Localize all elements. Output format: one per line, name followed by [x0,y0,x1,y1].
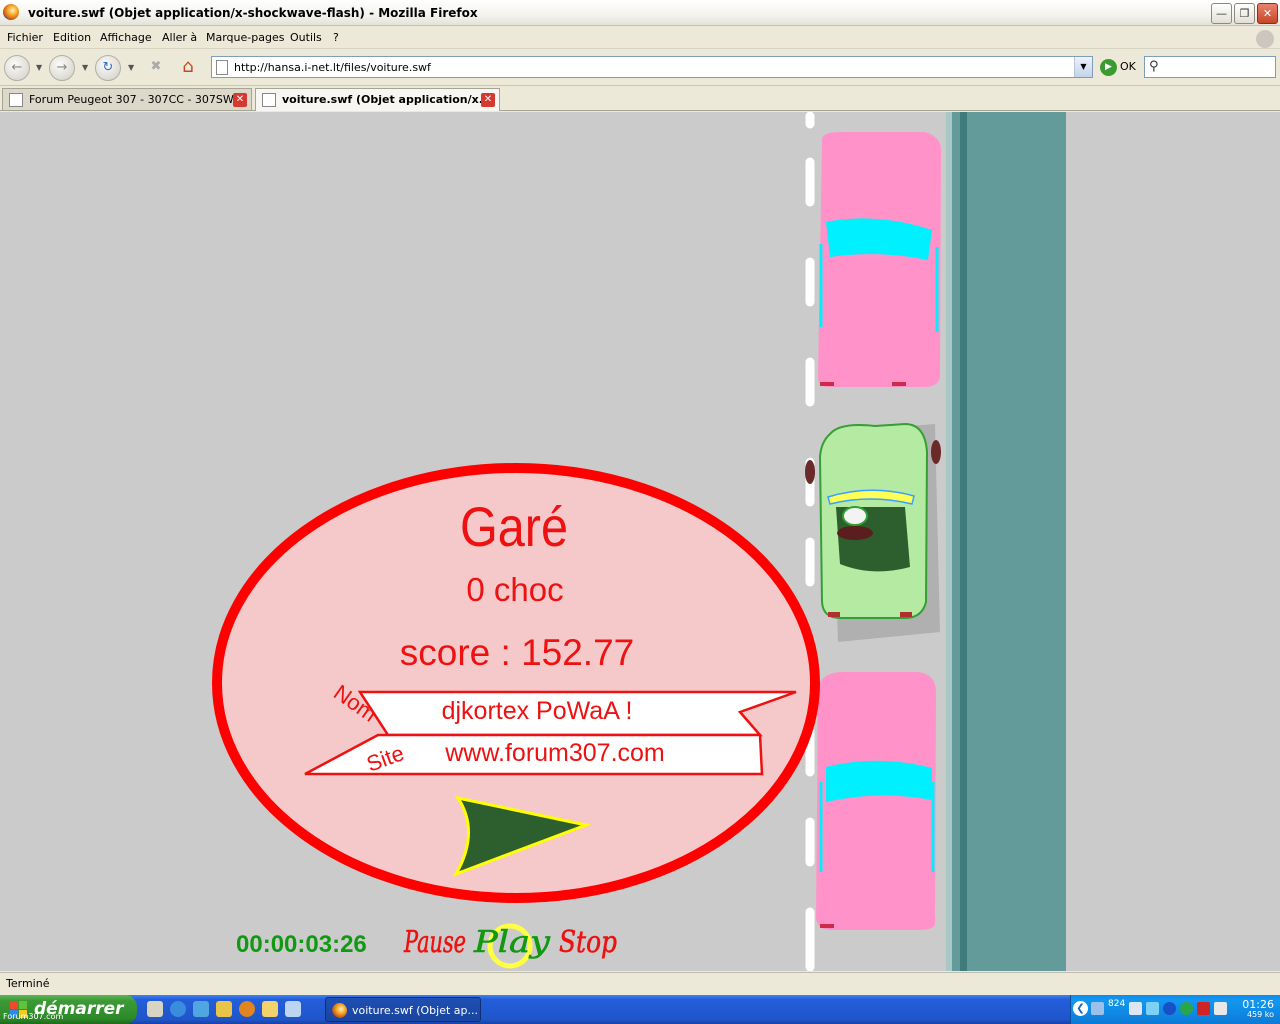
search-icon: ⚲ [1149,59,1159,74]
pause-button[interactable]: Pause [403,925,466,961]
tray-wireless-icon[interactable] [1146,1002,1159,1015]
reload-dropdown-icon[interactable]: ▼ [128,63,134,72]
menu-fichier[interactable]: Fichier [7,31,43,44]
status-text: Terminé [6,977,50,990]
throbber-icon [1256,30,1274,48]
parked-car-top [818,132,942,387]
maximize-button[interactable]: ❐ [1234,3,1255,24]
stop-icon[interactable]: ✖ [143,55,169,81]
tray-number: 824 [1108,999,1126,1009]
taskbar-item-label: voiture.swf (Objet ap... [352,1004,479,1017]
minimize-button[interactable]: — [1211,3,1232,24]
menu-bar: Fichier Edition Affichage Aller à Marque… [0,27,1280,49]
collision-count: 0 choc [466,571,563,608]
tray-monitor-icon[interactable] [1129,1002,1142,1015]
taskbar-item-firefox[interactable]: voiture.swf (Objet ap... [325,997,481,1022]
clock-sub: 459 ko [1246,1010,1274,1019]
url-input[interactable] [234,60,1074,75]
menu-affichage[interactable]: Affichage [100,31,152,44]
stop-button[interactable]: Stop [559,925,618,961]
tab-forum-peugeot[interactable]: Forum Peugeot 307 - 307CC - 307SW,... ✕ [2,88,252,110]
app-quicklaunch-icon[interactable] [285,1001,301,1017]
bluetooth-icon[interactable] [1163,1002,1176,1015]
address-bar[interactable]: ▼ [211,56,1093,78]
curb-edge [946,112,952,971]
tab-label: Forum Peugeot 307 - 307CC - 307SW,... [29,93,248,106]
site-value: www.forum307.com [444,739,665,767]
outlook-icon[interactable] [193,1001,209,1017]
player-car [805,422,941,642]
mail-icon[interactable] [262,1001,278,1017]
reload-icon[interactable]: ↻ [95,55,121,81]
status-bar: Terminé [0,972,1280,994]
menu-aide[interactable]: ? [333,31,339,44]
show-desktop-icon[interactable] [147,1001,163,1017]
name-value: djkortex PoWaA ! [442,697,633,725]
tab-voiture-swf[interactable]: voiture.swf (Objet application/x... ✕ [255,88,500,111]
home-icon[interactable]: ⌂ [175,55,201,81]
tab-close-icon[interactable]: ✕ [233,93,247,107]
messenger-icon[interactable] [216,1001,232,1017]
search-box[interactable]: ⚲ [1144,56,1276,78]
parked-car-bottom [816,672,936,930]
result-panel: Garé 0 choc score : 152.77 Nom djkortex … [212,463,820,903]
forward-history-dropdown-icon[interactable]: ▼ [82,63,88,72]
tray-expand-icon[interactable]: ❮ [1073,1001,1088,1016]
system-tray: ❮ 824 01:26 459 ko [1070,995,1280,1024]
go-label: OK [1120,60,1136,73]
forward-arrow-icon[interactable]: → [49,55,75,81]
menu-edition[interactable]: Edition [53,31,91,44]
menu-marque-pages[interactable]: Marque-pages [206,31,284,44]
watermark-text: Forum307.com [3,1012,64,1021]
page-icon [216,60,228,75]
score-text: score : 152.77 [400,632,634,673]
elapsed-timer: 00:00:03:26 [236,931,367,958]
browser-window: voiture.swf (Objet application/x-shockwa… [0,0,1280,995]
go-button[interactable]: ▶ OK [1100,58,1136,76]
windows-taskbar: démarrer Forum307.com voiture.swf (Objet… [0,995,1280,1024]
window-title: voiture.swf (Objet application/x-shockwa… [28,6,478,20]
flash-content-area[interactable]: Garé 0 choc score : 152.77 Nom djkortex … [0,112,1280,971]
firefox-quicklaunch-icon[interactable] [239,1001,255,1017]
parking-game-canvas[interactable]: Garé 0 choc score : 152.77 Nom djkortex … [0,112,1280,971]
go-arrow-icon: ▶ [1100,58,1117,76]
play-button[interactable]: Play [473,925,552,961]
tab-label: voiture.swf (Objet application/x... [282,93,492,106]
result-title: Garé [460,495,568,558]
firefox-icon [332,1003,347,1018]
clock[interactable]: 01:26 459 ko [1242,998,1274,1020]
tab-bar: Forum Peugeot 307 - 307CC - 307SW,... ✕ … [0,87,1280,111]
peugeot-favicon-icon [9,93,23,107]
volume-icon[interactable] [1214,1002,1227,1015]
page-favicon-icon [262,93,276,107]
tab-close-icon[interactable]: ✕ [481,93,495,107]
close-button[interactable]: ✕ [1257,3,1278,24]
clock-time: 01:26 [1242,998,1274,1011]
menu-outils[interactable]: Outils [290,31,322,44]
title-bar: voiture.swf (Objet application/x-shockwa… [0,0,1280,26]
tray-security-icon[interactable] [1180,1002,1193,1015]
back-history-dropdown-icon[interactable]: ▼ [36,63,42,72]
tray-k-icon[interactable] [1197,1002,1210,1015]
url-history-dropdown-icon[interactable]: ▼ [1074,57,1092,77]
start-button[interactable]: démarrer Forum307.com [0,995,137,1024]
menu-aller[interactable]: Aller à [162,31,197,44]
curb-line [960,112,967,971]
back-arrow-icon[interactable]: ← [4,55,30,81]
ie-icon[interactable] [170,1001,186,1017]
network-icon[interactable] [1091,1002,1104,1015]
firefox-icon [3,4,19,20]
